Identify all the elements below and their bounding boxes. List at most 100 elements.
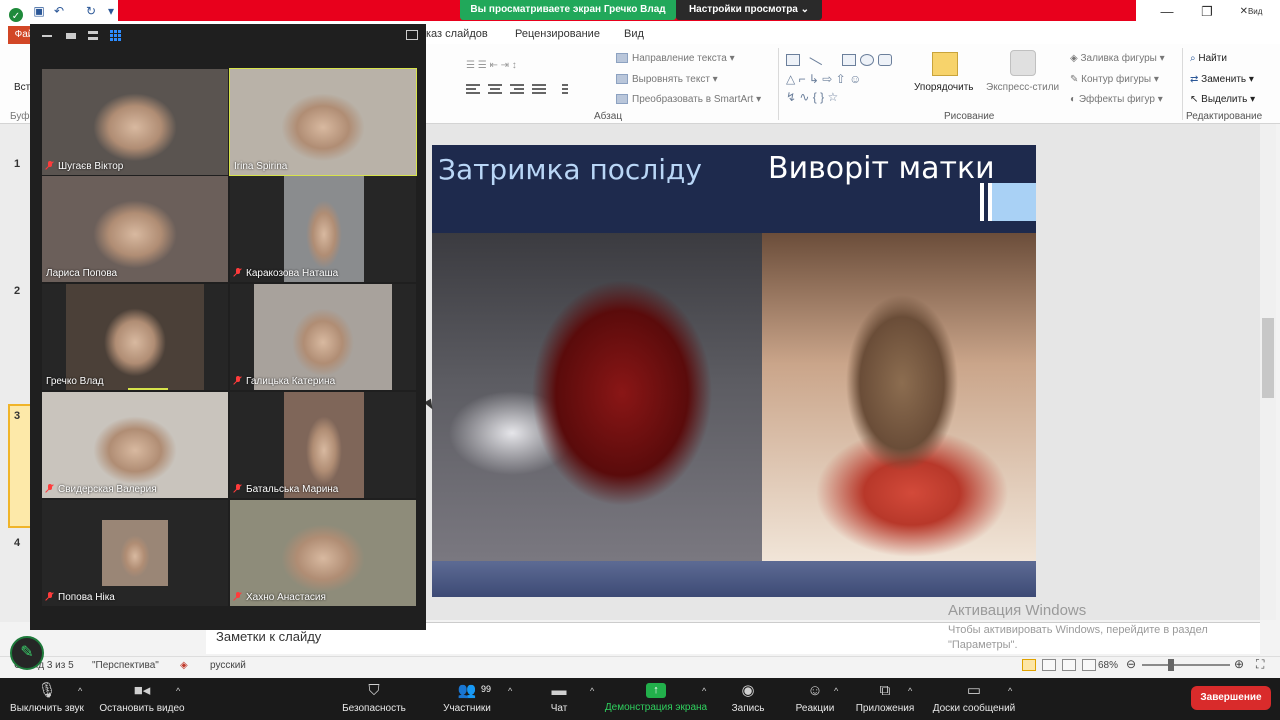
slide-sorter-icon[interactable] xyxy=(1042,659,1056,671)
thumbnail-number[interactable]: 4 xyxy=(14,537,20,549)
participant-name: Батальська Марина xyxy=(246,484,339,495)
smartart-button[interactable]: Преобразовать в SmartArt ▾ xyxy=(616,94,761,105)
minimize-icon[interactable]: — xyxy=(1152,2,1182,22)
apps-options-chevron-icon[interactable]: ^ xyxy=(908,686,912,696)
columns-icon[interactable] xyxy=(562,84,576,96)
thumbnail-number[interactable]: 2 xyxy=(14,285,20,297)
minimize-gallery-icon[interactable] xyxy=(42,35,52,37)
participant-video xyxy=(102,520,168,586)
stop-video-button[interactable]: ■◂ Остановить видео xyxy=(98,680,186,720)
participant-tile[interactable]: Хахно Анастасия xyxy=(230,500,416,606)
zoom-out-icon[interactable]: ⊖ xyxy=(1126,657,1136,671)
reactions-options-chevron-icon[interactable]: ^ xyxy=(834,686,838,696)
scrollbar-thumb[interactable] xyxy=(1262,318,1274,398)
end-meeting-button[interactable]: Завершение xyxy=(1191,686,1271,710)
share-screen-button[interactable]: ↑ Демонстрация экрана xyxy=(600,680,712,720)
zoom-slider[interactable] xyxy=(1142,664,1230,666)
spellcheck-icon[interactable]: ◈ xyxy=(180,660,188,671)
tab-review[interactable]: Рецензирование xyxy=(515,28,600,40)
side-by-side-icon[interactable] xyxy=(406,30,418,40)
participant-name: Каракозова Наташа xyxy=(246,268,339,279)
zoom-in-icon[interactable]: ⊕ xyxy=(1234,657,1244,671)
participant-tile[interactable]: Галицька Катерина xyxy=(230,284,416,390)
redo-icon[interactable]: ↻ xyxy=(84,4,98,18)
align-right-icon[interactable] xyxy=(510,84,524,96)
mute-button[interactable]: 🎙 Выключить звук xyxy=(6,680,88,720)
replace-icon: ⇄ xyxy=(1190,74,1202,85)
text-direction-button[interactable]: Направление текста ▾ xyxy=(616,53,735,64)
reactions-button[interactable]: ☺ Реакции xyxy=(792,680,838,720)
shape-rounded-rect-icon[interactable] xyxy=(878,54,892,66)
express-styles-button[interactable]: Экспресс-стили xyxy=(986,82,1059,93)
record-button[interactable]: ◉ Запись xyxy=(728,680,768,720)
participant-name: Попова Ніка xyxy=(58,592,115,603)
align-left-icon[interactable] xyxy=(466,84,480,96)
shape-effects-button[interactable]: ◐ Эффекты фигур ▾ xyxy=(1070,94,1163,105)
security-button[interactable]: ⛉ Безопасность xyxy=(338,680,410,720)
shape-outline-label: Контур фигуры xyxy=(1081,74,1152,85)
gallery-view-icon[interactable] xyxy=(110,30,121,41)
video-options-chevron-icon[interactable]: ^ xyxy=(176,686,180,696)
chat-options-chevron-icon[interactable]: ^ xyxy=(590,686,594,696)
audio-options-chevron-icon[interactable]: ^ xyxy=(78,686,82,696)
list-buttons[interactable]: ☰ ☰ ⇤ ⇥ ↕ xyxy=(466,60,517,71)
participant-tile[interactable]: Каракозова Наташа xyxy=(230,176,416,282)
whiteboards-button[interactable]: ▭ Доски сообщений xyxy=(928,680,1020,720)
annotate-pencil-icon[interactable]: ✎ xyxy=(10,636,44,670)
thumbnail-number[interactable]: 1 xyxy=(14,158,20,170)
shape-oval-icon[interactable] xyxy=(860,54,874,66)
window-hint[interactable]: ✕Вид xyxy=(1236,2,1266,22)
speaker-view-icon[interactable] xyxy=(88,31,98,40)
fit-slide-icon[interactable]: ⛶ xyxy=(1256,657,1264,672)
shape-fill-button[interactable]: ◈ Заливка фигуры ▾ xyxy=(1070,53,1165,64)
participant-tile[interactable]: Лариса Попова xyxy=(42,176,228,282)
reading-view-icon[interactable] xyxy=(1062,659,1076,671)
align-text-button[interactable]: Выровнять текст ▾ xyxy=(616,74,718,85)
slide-canvas[interactable]: Затримка посліду Виворіт матки xyxy=(432,145,1036,597)
participant-tile[interactable]: Гречко Влад xyxy=(42,284,228,390)
replace-button[interactable]: ⇄ Заменить ▾ xyxy=(1190,74,1254,85)
select-button[interactable]: ↖ Выделить ▾ xyxy=(1190,94,1255,105)
viewing-screen-label: Вы просматриваете экран Гречко Влад xyxy=(460,0,676,20)
share-options-chevron-icon[interactable]: ^ xyxy=(702,686,706,696)
whiteboards-options-chevron-icon[interactable]: ^ xyxy=(1008,686,1012,696)
participant-tile[interactable]: Шугаєв Віктор xyxy=(42,69,228,175)
align-text-icon xyxy=(616,74,628,85)
tab-slideshow[interactable]: каз слайдов xyxy=(426,28,488,40)
participant-tile[interactable]: Свидерская Валерия xyxy=(42,392,228,498)
save-icon[interactable]: ▣ xyxy=(32,4,46,18)
chat-button[interactable]: ▬ Чат xyxy=(542,680,576,720)
thumbnail-number[interactable]: 3 xyxy=(14,410,20,422)
zoom-level[interactable]: 68% xyxy=(1098,660,1118,671)
shape-row-3[interactable]: ↯ ∿ { } ☆ xyxy=(786,90,838,104)
slide-decoration xyxy=(988,183,1036,221)
shape-rectangle-icon[interactable] xyxy=(842,54,856,66)
participant-tile[interactable]: Попова Ніка xyxy=(42,500,228,606)
customize-quick-access-icon[interactable]: ▾ xyxy=(104,4,118,18)
tab-view[interactable]: Вид xyxy=(624,28,644,40)
participant-tile[interactable]: Батальська Марина xyxy=(230,392,416,498)
restore-icon[interactable]: ❐ xyxy=(1192,2,1222,22)
find-button[interactable]: ⌕ Найти xyxy=(1190,53,1227,64)
participant-name-label: Гречко Влад xyxy=(46,376,104,387)
undo-icon[interactable]: ↶ xyxy=(52,4,66,18)
paint-bucket-icon: ◈ xyxy=(1070,53,1081,64)
participants-options-chevron-icon[interactable]: ^ xyxy=(508,686,512,696)
shape-row-2[interactable]: △ ⌐ ↳ ⇨ ⇧ ☺ xyxy=(786,72,861,86)
thumbnail-view-icon[interactable] xyxy=(66,33,76,39)
slide-decoration xyxy=(980,183,984,221)
zoom-slider-handle[interactable] xyxy=(1168,659,1174,671)
arrange-button[interactable]: Упорядочить xyxy=(914,82,974,93)
slide-title-left: Затримка посліду xyxy=(438,153,702,186)
align-center-icon[interactable] xyxy=(488,84,502,96)
normal-view-icon[interactable] xyxy=(1022,659,1036,671)
participant-tile[interactable]: Irina Spirina xyxy=(229,68,417,176)
shape-effects-label: Эффекты фигур xyxy=(1078,94,1155,105)
justify-icon[interactable] xyxy=(532,84,546,96)
shape-textbox-icon[interactable] xyxy=(786,54,800,66)
shape-outline-button[interactable]: ✎ Контур фигуры ▾ xyxy=(1070,74,1159,85)
language-indicator[interactable]: русский xyxy=(210,660,246,671)
view-settings-button[interactable]: Настройки просмотра ⌄ xyxy=(676,0,822,20)
slideshow-view-icon[interactable] xyxy=(1082,659,1096,671)
participant-name: Хахно Анастасия xyxy=(246,592,326,603)
